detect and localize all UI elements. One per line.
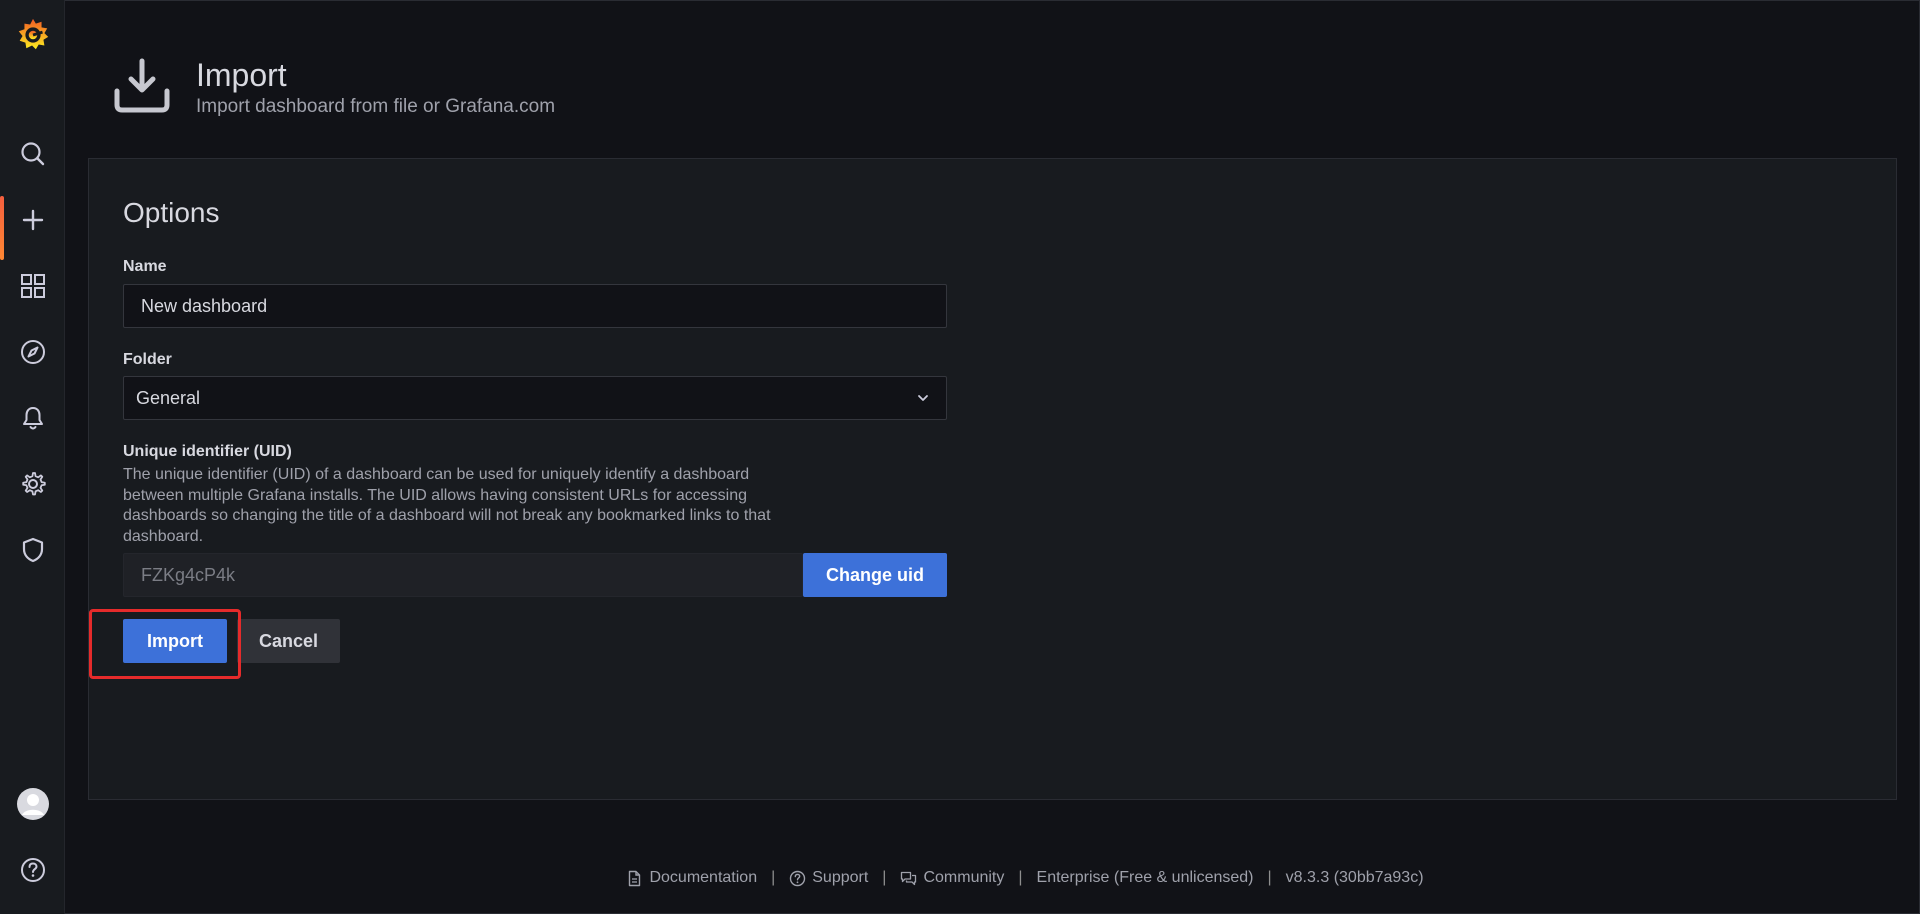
name-label: Name bbox=[123, 258, 167, 275]
footer-edition-label: Enterprise (Free & unlicensed) bbox=[1036, 869, 1254, 886]
folder-label: Folder bbox=[123, 351, 172, 368]
import-download-icon bbox=[112, 55, 172, 120]
chevron-down-icon bbox=[918, 395, 928, 401]
options-title: Options bbox=[123, 197, 220, 228]
server-admin-shield-icon bbox=[22, 537, 43, 563]
uid-input: FZKg4cP4k bbox=[123, 553, 803, 597]
header-text: Import Import dashboard from file or Gra… bbox=[196, 56, 555, 118]
sidebar-profile[interactable] bbox=[0, 776, 65, 832]
footer-documentation-link[interactable]: Documentation bbox=[626, 869, 757, 887]
sidebar-configuration[interactable] bbox=[0, 456, 65, 512]
explore-compass-icon bbox=[20, 340, 45, 364]
import-options-panel: Options Name New dashboard Folder Genera… bbox=[88, 158, 1897, 800]
sidebar-alerting[interactable] bbox=[0, 390, 65, 446]
footer-version: v8.3.3 (30bb7a93c) bbox=[1286, 869, 1424, 887]
footer-separator: | bbox=[1018, 869, 1023, 886]
name-input-value: New dashboard bbox=[141, 295, 268, 316]
footer-support-link[interactable]: Support bbox=[789, 869, 868, 887]
change-uid-button[interactable]: Change uid bbox=[803, 553, 947, 597]
user-avatar-icon bbox=[16, 788, 49, 820]
uid-input-value: FZKg4cP4k bbox=[141, 564, 236, 585]
name-input[interactable]: New dashboard bbox=[123, 284, 947, 328]
grafana-logo-icon bbox=[18, 18, 48, 50]
uid-description: The unique identifier (UID) of a dashboa… bbox=[123, 466, 771, 545]
uid-label: Unique identifier (UID) bbox=[123, 443, 292, 460]
grafana-home-link[interactable] bbox=[0, 10, 65, 60]
sidebar-dashboards[interactable] bbox=[0, 258, 65, 314]
sidebar-search[interactable] bbox=[0, 126, 65, 182]
footer-separator: | bbox=[882, 869, 887, 886]
footer-community-label: Community bbox=[923, 869, 1005, 886]
import-button[interactable]: Import bbox=[123, 619, 227, 663]
comment-bubbles-icon bbox=[901, 871, 917, 885]
sidebar-server-admin[interactable] bbox=[0, 522, 65, 578]
cancel-button[interactable]: Cancel bbox=[237, 619, 340, 663]
footer: Documentation | Support | Community | En… bbox=[0, 866, 1920, 890]
alerting-bell-icon bbox=[22, 407, 43, 430]
dashboards-grid-icon bbox=[20, 274, 45, 298]
sidebar-create[interactable] bbox=[0, 192, 65, 260]
document-icon bbox=[629, 870, 641, 886]
page-title: Import bbox=[196, 57, 287, 93]
footer-separator: | bbox=[771, 869, 776, 886]
folder-select-value: General bbox=[136, 387, 201, 408]
plus-icon bbox=[22, 209, 43, 231]
footer-version-label: v8.3.3 (30bb7a93c) bbox=[1285, 869, 1424, 886]
footer-separator: | bbox=[1267, 869, 1272, 886]
footer-community-link[interactable]: Community bbox=[900, 869, 1004, 887]
search-icon bbox=[20, 142, 44, 166]
question-circle-icon bbox=[790, 870, 806, 886]
footer-edition-link[interactable]: Enterprise (Free & unlicensed) bbox=[1037, 869, 1254, 887]
page-subtitle: Import dashboard from file or Grafana.co… bbox=[196, 96, 556, 117]
footer-support-label: Support bbox=[812, 869, 869, 886]
folder-select[interactable]: General bbox=[123, 376, 947, 420]
sidebar bbox=[0, 0, 65, 914]
sidebar-explore[interactable] bbox=[0, 324, 65, 380]
configuration-gear-icon bbox=[21, 472, 46, 496]
footer-documentation-label: Documentation bbox=[649, 869, 758, 886]
page-header: Import Import dashboard from file or Gra… bbox=[112, 52, 555, 122]
